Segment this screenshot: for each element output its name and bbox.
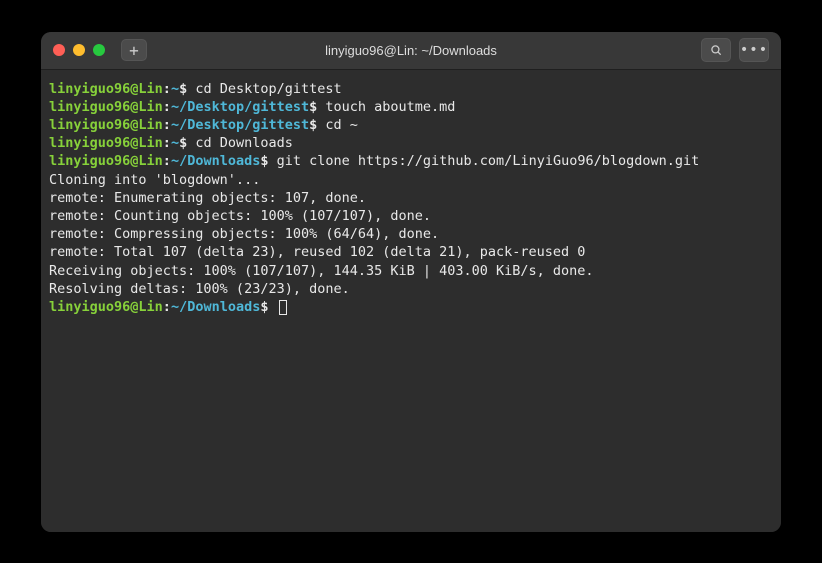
prompt-path: ~ bbox=[171, 135, 179, 151]
prompt-path: ~/Desktop/gittest bbox=[171, 117, 309, 133]
prompt-path: ~/Desktop/gittest bbox=[171, 99, 309, 115]
prompt-sep: : bbox=[163, 153, 171, 169]
terminal-line: linyiguo96@Lin:~/Desktop/gittest$ cd ~ bbox=[49, 116, 773, 134]
prompt-user: linyiguo96@Lin bbox=[49, 117, 163, 133]
titlebar-right-controls: ••• bbox=[701, 38, 769, 62]
output-line: remote: Compressing objects: 100% (64/64… bbox=[49, 225, 773, 243]
close-button[interactable] bbox=[53, 44, 65, 56]
command-text: cd Desktop/gittest bbox=[187, 81, 341, 97]
terminal-line: linyiguo96@Lin:~/Downloads$ git clone ht… bbox=[49, 152, 773, 170]
prompt-user: linyiguo96@Lin bbox=[49, 153, 163, 169]
terminal-line: linyiguo96@Lin:~/Desktop/gittest$ touch … bbox=[49, 98, 773, 116]
terminal-window: + linyiguo96@Lin: ~/Downloads ••• linyig… bbox=[41, 32, 781, 532]
prompt-path: ~/Downloads bbox=[171, 299, 260, 315]
prompt-path: ~/Downloads bbox=[171, 153, 260, 169]
search-icon bbox=[709, 43, 723, 57]
prompt-path: ~ bbox=[171, 81, 179, 97]
menu-icon: ••• bbox=[740, 43, 768, 57]
terminal-line: linyiguo96@Lin:~$ cd Downloads bbox=[49, 134, 773, 152]
terminal-body[interactable]: linyiguo96@Lin:~$ cd Desktop/gittest lin… bbox=[41, 70, 781, 532]
plus-icon: + bbox=[129, 41, 139, 60]
output-line: remote: Counting objects: 100% (107/107)… bbox=[49, 207, 773, 225]
cursor bbox=[279, 300, 287, 315]
command-text: git clone https://github.com/LinyiGuo96/… bbox=[268, 153, 699, 169]
prompt-user: linyiguo96@Lin bbox=[49, 81, 163, 97]
command-text: touch aboutme.md bbox=[317, 99, 455, 115]
terminal-line: linyiguo96@Lin:~/Downloads$ bbox=[49, 298, 773, 316]
terminal-line: linyiguo96@Lin:~$ cd Desktop/gittest bbox=[49, 80, 773, 98]
prompt-sep: : bbox=[163, 299, 171, 315]
prompt-sep: : bbox=[163, 135, 171, 151]
prompt-sep: : bbox=[163, 81, 171, 97]
output-line: remote: Enumerating objects: 107, done. bbox=[49, 189, 773, 207]
prompt-user: linyiguo96@Lin bbox=[49, 135, 163, 151]
new-tab-button[interactable]: + bbox=[121, 39, 147, 61]
prompt-dollar: $ bbox=[179, 81, 187, 97]
command-text: cd ~ bbox=[317, 117, 358, 133]
maximize-button[interactable] bbox=[93, 44, 105, 56]
menu-button[interactable]: ••• bbox=[739, 38, 769, 62]
titlebar: + linyiguo96@Lin: ~/Downloads ••• bbox=[41, 32, 781, 70]
command-text: cd Downloads bbox=[187, 135, 293, 151]
prompt-dollar: $ bbox=[179, 135, 187, 151]
prompt-user: linyiguo96@Lin bbox=[49, 99, 163, 115]
output-line: remote: Total 107 (delta 23), reused 102… bbox=[49, 243, 773, 261]
minimize-button[interactable] bbox=[73, 44, 85, 56]
command-text bbox=[268, 299, 276, 315]
search-button[interactable] bbox=[701, 38, 731, 62]
output-line: Receiving objects: 100% (107/107), 144.3… bbox=[49, 262, 773, 280]
output-line: Cloning into 'blogdown'... bbox=[49, 171, 773, 189]
window-title: linyiguo96@Lin: ~/Downloads bbox=[325, 43, 497, 58]
traffic-lights bbox=[53, 44, 105, 56]
prompt-user: linyiguo96@Lin bbox=[49, 299, 163, 315]
prompt-sep: : bbox=[163, 99, 171, 115]
prompt-sep: : bbox=[163, 117, 171, 133]
output-line: Resolving deltas: 100% (23/23), done. bbox=[49, 280, 773, 298]
